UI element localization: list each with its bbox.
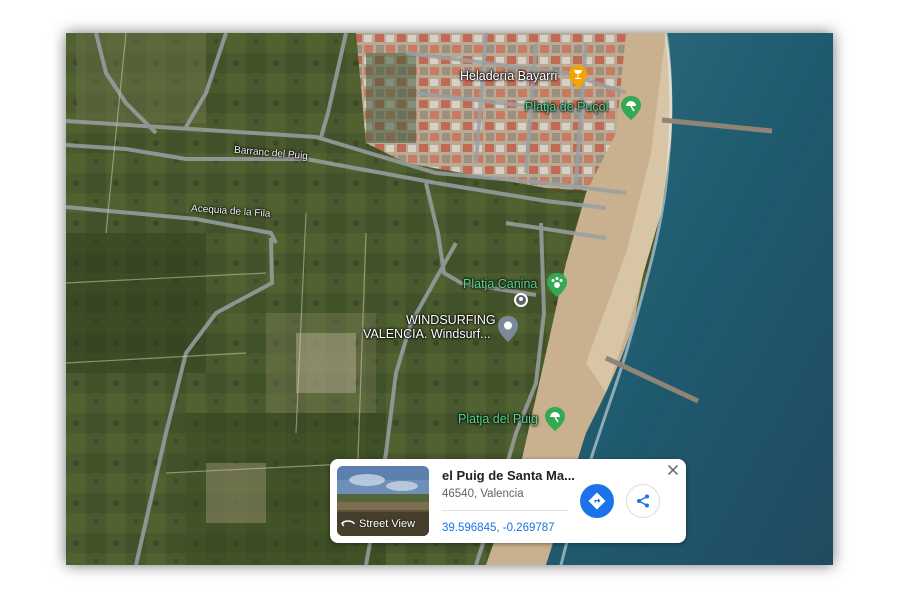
poi-label-windsurfing-line2[interactable]: VALENCIA. Windsurf... — [363, 327, 491, 341]
place-info-card: Street View el Puig de Santa Ma... 46540… — [330, 459, 686, 543]
street-view-label[interactable]: Street View — [341, 518, 415, 530]
share-button[interactable] — [626, 484, 660, 518]
street-view-thumbnail[interactable]: Street View — [337, 466, 429, 536]
place-address: 46540, Valencia — [442, 488, 524, 500]
share-icon — [637, 494, 649, 508]
place-coordinates[interactable]: 39.596845, -0.269787 — [442, 522, 555, 534]
directions-button[interactable] — [580, 484, 614, 518]
street-view-icon — [341, 520, 355, 527]
street-view-text: Street View — [359, 518, 416, 530]
directions-icon — [588, 492, 606, 510]
poi-label-platja-puig[interactable]: Platja del Puig — [458, 412, 538, 426]
poi-label-platja-canina[interactable]: Platja Canina — [463, 277, 537, 291]
close-button[interactable] — [666, 463, 680, 477]
poi-label-windsurfing-line1[interactable]: WINDSURFING — [406, 313, 496, 327]
poi-label-heladeria[interactable]: Heladería Bayarri — [460, 69, 557, 83]
place-name[interactable]: el Puig de Santa Ma... — [442, 468, 575, 483]
poi-label-platja-pucol[interactable]: Platja de Puçol — [525, 100, 608, 114]
card-divider — [442, 510, 568, 511]
close-icon — [667, 464, 679, 476]
